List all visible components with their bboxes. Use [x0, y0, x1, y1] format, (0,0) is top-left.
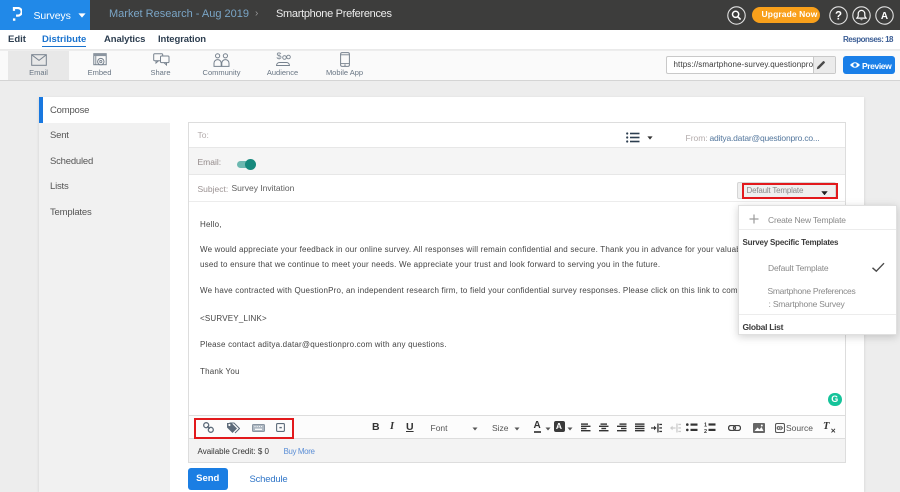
svg-text:1: 1	[704, 423, 707, 429]
svg-text:$: $	[277, 52, 282, 61]
svg-text:?: ?	[835, 10, 842, 22]
svg-text:2: 2	[704, 429, 707, 433]
svg-text:A: A	[881, 11, 888, 22]
